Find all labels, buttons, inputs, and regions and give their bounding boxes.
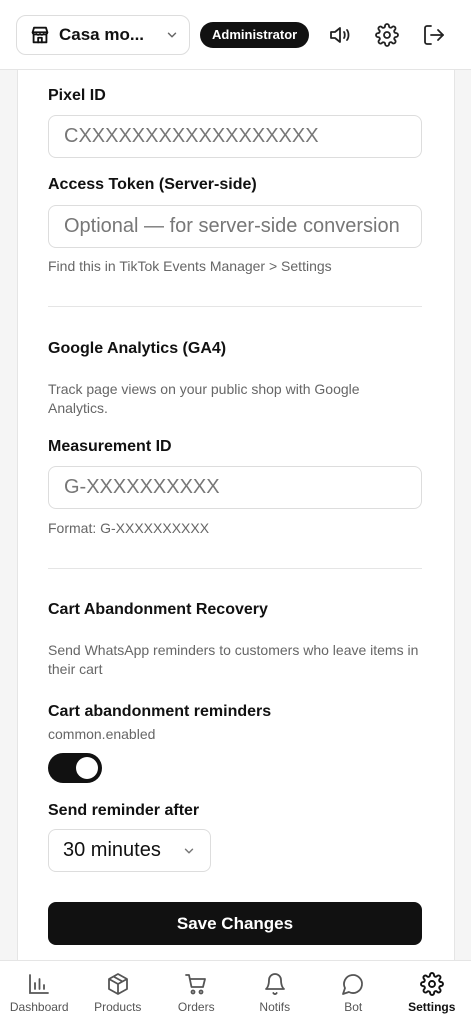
gear-icon xyxy=(375,22,400,47)
send-after-label: Send reminder after xyxy=(48,802,200,819)
toggle-knob xyxy=(76,757,98,779)
nav-settings[interactable]: Settings xyxy=(393,961,471,1024)
cart-section-title: Cart Abandonment Recovery xyxy=(48,601,268,618)
nav-label: Dashboard xyxy=(9,999,69,1014)
tiktok-help-text: Find this in TikTok Events Manager > Set… xyxy=(48,258,332,274)
send-after-value: 30 minutes xyxy=(63,839,161,861)
box-icon xyxy=(107,972,128,995)
app-root: Casa mo... Administrator Pixel ID CXXXXX… xyxy=(0,0,471,1024)
nav-label: Notifs xyxy=(259,999,291,1014)
cart-reminders-label: Cart abandonment reminders xyxy=(48,703,272,720)
nav-label: Settings xyxy=(408,999,456,1014)
role-badge: Administrator xyxy=(200,21,310,48)
measurement-format-help: Format: G-XXXXXXXXXX xyxy=(48,520,210,536)
logout-icon xyxy=(424,24,445,45)
bell-icon xyxy=(264,972,285,995)
save-changes-button[interactable]: Save Changes xyxy=(48,902,422,945)
logout-button[interactable] xyxy=(421,22,447,48)
store-name: Casa mo... xyxy=(59,24,145,44)
chevron-down-icon xyxy=(184,848,194,853)
nav-label: Orders xyxy=(177,999,215,1014)
pixel-id-label: Pixel ID xyxy=(48,87,106,104)
nav-label: Bot xyxy=(344,999,363,1014)
cart-icon xyxy=(185,973,207,994)
ga4-description: Track page views on your public shop wit… xyxy=(48,381,360,416)
access-token-input[interactable]: Optional — for server-side conversion xyxy=(48,205,422,248)
nav-notifs[interactable]: Notifs xyxy=(236,961,315,1024)
chevron-down-icon xyxy=(167,32,177,37)
chart-icon xyxy=(29,973,50,994)
cart-description: Send WhatsApp reminders to customers who… xyxy=(48,642,419,677)
nav-orders[interactable]: Orders xyxy=(157,961,236,1024)
settings-card: Pixel ID CXXXXXXXXXXXXXXXXXX Access Toke… xyxy=(17,70,455,960)
bottom-nav: Dashboard Products Orders Notifs Bot Set… xyxy=(0,960,471,1024)
cart-reminders-toggle[interactable] xyxy=(48,753,102,783)
top-header: Casa mo... Administrator xyxy=(0,0,471,70)
pixel-id-input[interactable]: CXXXXXXXXXXXXXXXXXX xyxy=(48,115,422,158)
section-divider xyxy=(48,568,422,569)
measurement-id-input[interactable]: G-XXXXXXXXXX xyxy=(48,466,422,509)
nav-bot[interactable]: Bot xyxy=(314,961,393,1024)
section-divider xyxy=(48,306,422,307)
nav-label: Products xyxy=(94,999,142,1014)
access-token-label: Access Token (Server-side) xyxy=(48,176,257,193)
store-icon xyxy=(31,26,49,43)
send-after-select[interactable]: 30 minutes xyxy=(48,829,211,872)
nav-products[interactable]: Products xyxy=(79,961,158,1024)
nav-dashboard[interactable]: Dashboard xyxy=(0,961,79,1024)
ga4-section-title: Google Analytics (GA4) xyxy=(48,340,227,357)
settings-button[interactable] xyxy=(374,22,400,48)
store-selector[interactable]: Casa mo... xyxy=(16,14,190,55)
cart-enabled-text: common.enabled xyxy=(48,726,156,742)
speaker-icon xyxy=(330,26,350,43)
gear-icon xyxy=(419,971,444,996)
chat-icon xyxy=(342,973,364,995)
measurement-id-label: Measurement ID xyxy=(48,438,172,455)
sound-button[interactable] xyxy=(327,22,353,48)
